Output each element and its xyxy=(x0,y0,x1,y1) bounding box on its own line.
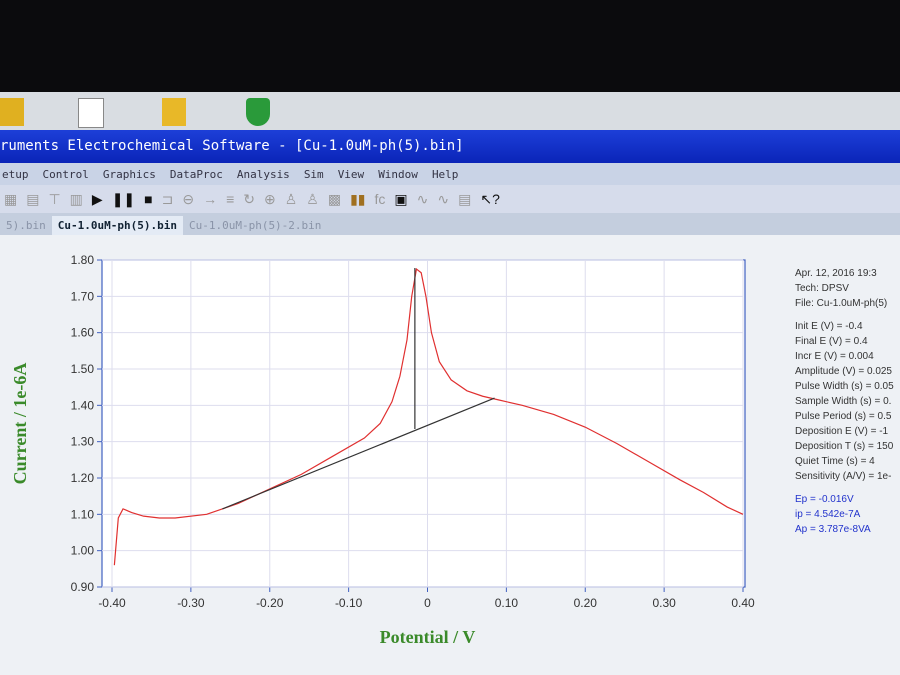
x-tick-label: -0.20 xyxy=(256,596,284,610)
y-tick-label: 1.70 xyxy=(71,289,95,303)
param-line: Sample Width (s) = 0. xyxy=(795,396,892,407)
result-line: Ap = 3.787e-8VA xyxy=(795,524,871,535)
y-tick-label: 1.10 xyxy=(71,507,95,521)
x-tick-label: -0.30 xyxy=(177,596,205,610)
param-line: Deposition E (V) = -1 xyxy=(795,426,889,437)
result-line: Ep = -0.016V xyxy=(795,494,854,505)
x-tick-label: 0.40 xyxy=(731,596,755,610)
param-line: Sensitivity (A/V) = 1e- xyxy=(795,471,892,482)
result-line: ip = 4.542e-7A xyxy=(795,509,861,520)
y-tick-label: 1.50 xyxy=(71,362,95,376)
dpsv-chart: -0.40 -0.30 -0.20 -0.10 0 0.10 0.20 0.30 0.40 0.9… xyxy=(10,253,755,647)
info-line: File: Cu-1.0uM-ph(5) xyxy=(795,298,888,309)
param-line: Final E (V) = 0.4 xyxy=(795,336,868,347)
x-tick-label: -0.40 xyxy=(98,596,126,610)
y-tick-label: 1.40 xyxy=(71,398,95,412)
y-tick-label: 0.90 xyxy=(71,580,95,594)
x-tick-label: 0.20 xyxy=(574,596,598,610)
plot-area xyxy=(101,259,746,588)
param-line: Pulse Period (s) = 0.5 xyxy=(795,411,892,422)
y-tick-label: 1.80 xyxy=(71,253,95,267)
param-line: Amplitude (V) = 0.025 xyxy=(795,366,892,377)
info-line: Apr. 12, 2016 19:3 xyxy=(795,268,877,279)
param-line: Quiet Time (s) = 4 xyxy=(795,456,875,467)
y-axis-label: Current / 1e-6A xyxy=(10,363,30,485)
x-tick-label: 0 xyxy=(424,596,431,610)
experiment-info: Apr. 12, 2016 19:3 Tech: DPSV File: Cu-1.0… xyxy=(795,266,894,537)
x-axis-label: Potential / V xyxy=(380,627,476,647)
x-tick-label: 0.30 xyxy=(652,596,676,610)
param-line: Init E (V) = -0.4 xyxy=(795,321,863,332)
y-tick-label: 1.00 xyxy=(71,544,95,558)
info-line: Tech: DPSV xyxy=(795,283,849,294)
param-line: Pulse Width (s) = 0.05 xyxy=(795,381,894,392)
x-tick-label: -0.10 xyxy=(335,596,363,610)
y-tick-label: 1.60 xyxy=(71,326,95,340)
param-line: Deposition T (s) = 150 xyxy=(795,441,894,452)
y-tick-label: 1.20 xyxy=(71,471,95,485)
y-tick-label: 1.30 xyxy=(71,435,95,449)
x-tick-label: 0.10 xyxy=(495,596,519,610)
param-line: Incr E (V) = 0.004 xyxy=(795,351,874,362)
